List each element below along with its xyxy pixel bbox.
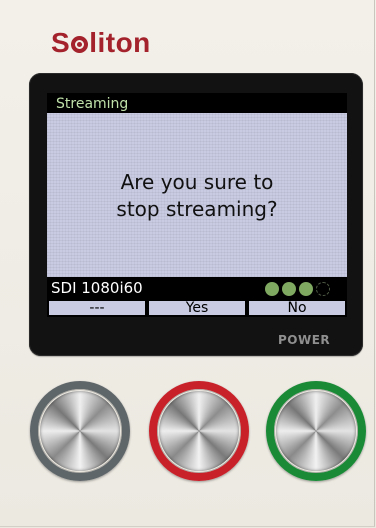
soliton-logo: Sliton [51, 27, 151, 58]
video-format: SDI 1080i60 [51, 279, 143, 297]
signal-indicators [265, 282, 333, 297]
left-hardware-button[interactable] [30, 381, 130, 481]
signal-led-3 [299, 282, 313, 296]
power-label: POWER [278, 333, 331, 347]
signal-led-1 [265, 282, 279, 296]
softkey-yes: Yes [149, 301, 245, 315]
lcd-screen: Streaming Are you sure to stop streaming… [47, 93, 347, 317]
softkey-no: No [249, 301, 345, 315]
confirm-message-line-1: Are you sure to [120, 170, 274, 194]
confirm-message: Are you sure to stop streaming? [47, 169, 347, 223]
signal-led-2 [282, 282, 296, 296]
signal-led-4 [316, 282, 330, 296]
confirm-message-line-2: stop streaming? [116, 197, 278, 221]
screen-title: Streaming [56, 96, 129, 112]
dialog-area: Are you sure to stop streaming? [47, 113, 347, 277]
softkey-left: --- [49, 301, 145, 315]
yes-hardware-button[interactable] [149, 381, 249, 481]
no-hardware-button[interactable] [266, 381, 366, 481]
